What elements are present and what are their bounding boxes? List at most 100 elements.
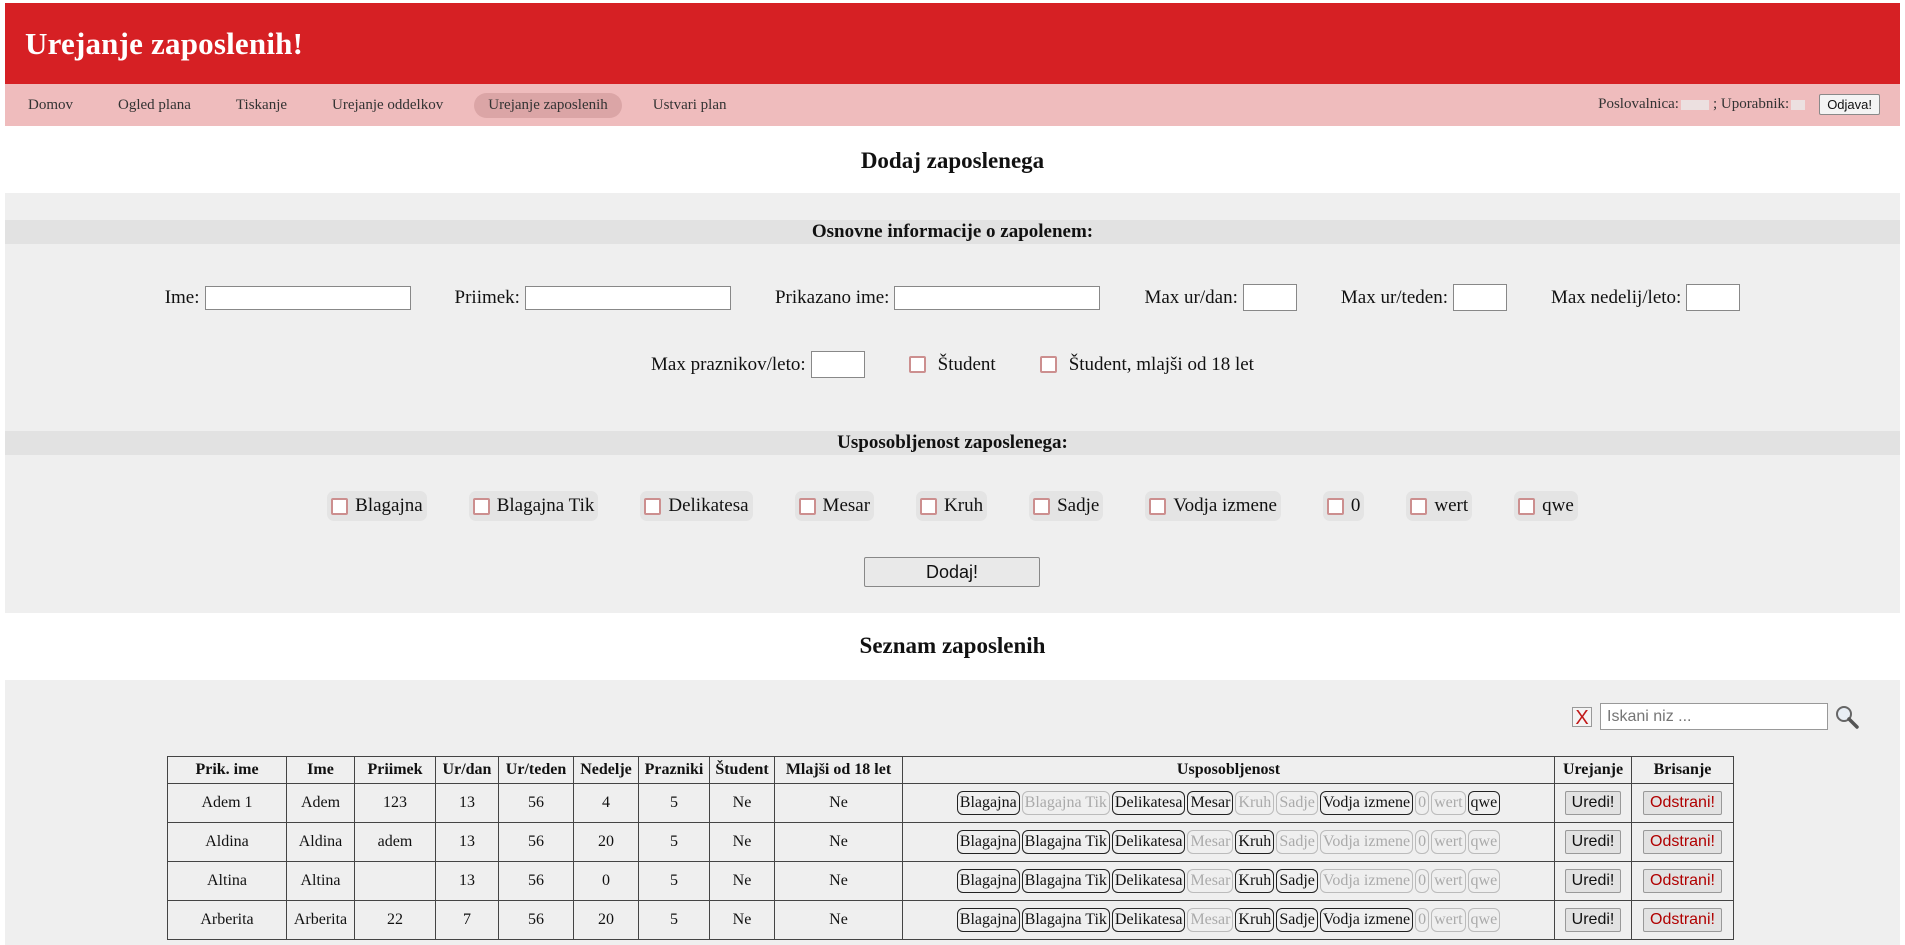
skill-tag[interactable]: Vodja izmene <box>1319 869 1414 893</box>
edit-button[interactable]: Uredi! <box>1564 869 1622 893</box>
skill-tag[interactable]: Blagajna <box>956 869 1020 893</box>
delete-cell: Odstrani! <box>1631 900 1734 940</box>
skill-checkbox[interactable] <box>1518 497 1536 515</box>
skill-checkbox[interactable] <box>798 497 816 515</box>
skill-label: Blagajna <box>355 495 423 516</box>
clear-search-button[interactable]: X <box>1572 706 1592 728</box>
skill-tag[interactable]: Blagajna <box>956 791 1020 815</box>
delete-button[interactable]: Odstrani! <box>1643 908 1722 932</box>
skill-tag[interactable]: Vodja izmene <box>1319 830 1414 854</box>
skill-checkbox[interactable] <box>1149 497 1167 515</box>
skill-tag[interactable]: wert <box>1431 830 1466 854</box>
delete-button[interactable]: Odstrani! <box>1643 791 1722 815</box>
skill-tag[interactable]: Sadje <box>1276 869 1318 893</box>
nav-item-ustvari-plan[interactable]: Ustvari plan <box>639 93 741 118</box>
display-name-input[interactable] <box>894 285 1101 310</box>
first-name-label: Ime: <box>164 286 200 308</box>
skill-tag[interactable]: Delikatesa <box>1111 830 1186 854</box>
skill-tag[interactable]: Delikatesa <box>1111 908 1186 932</box>
first-name-input[interactable] <box>204 285 411 310</box>
skill-tag[interactable]: Blagajna <box>956 908 1020 932</box>
skill-tag[interactable]: 0 <box>1415 830 1430 854</box>
skill-option[interactable]: Mesar <box>794 491 875 521</box>
form-row-2: Max praznikov/leto: Študent Študent, mla… <box>5 351 1900 378</box>
skill-option[interactable]: Vodja izmene <box>1145 491 1281 521</box>
delete-button[interactable]: Odstrani! <box>1643 830 1722 854</box>
skill-tag[interactable]: Kruh <box>1235 908 1275 932</box>
edit-button[interactable]: Uredi! <box>1564 791 1622 815</box>
max-holidays-input[interactable] <box>810 351 865 378</box>
nav-item-domov[interactable]: Domov <box>14 93 87 118</box>
edit-button[interactable]: Uredi! <box>1564 830 1622 854</box>
skill-tag[interactable]: Mesar <box>1187 791 1234 815</box>
skill-tag[interactable]: Blagajna Tik <box>1021 869 1110 893</box>
skill-checkbox[interactable] <box>1033 497 1051 515</box>
skill-tag[interactable]: Blagajna <box>956 830 1020 854</box>
skill-option[interactable]: Blagajna <box>327 491 427 521</box>
max-sundays-input[interactable] <box>1686 284 1741 311</box>
table-cell-holidays: 5 <box>638 900 710 940</box>
skill-tag[interactable]: 0 <box>1415 908 1430 932</box>
table-cell-sundays: 4 <box>573 783 639 823</box>
skill-tag[interactable]: qwe <box>1467 791 1501 815</box>
skill-tag[interactable]: Kruh <box>1235 791 1275 815</box>
skill-option[interactable]: Sadje <box>1029 491 1104 521</box>
nav-item-urejanje-oddelkov[interactable]: Urejanje oddelkov <box>318 93 457 118</box>
skill-tag[interactable]: Delikatesa <box>1111 791 1186 815</box>
skill-tag[interactable]: 0 <box>1415 791 1430 815</box>
column-header: Nedelje <box>573 756 639 784</box>
employee-list-heading: Seznam zaposlenih <box>859 633 1046 658</box>
skill-tag[interactable]: qwe <box>1467 869 1501 893</box>
skill-tag[interactable]: Mesar <box>1187 830 1234 854</box>
skill-option[interactable]: 0 <box>1322 491 1365 521</box>
skill-tag[interactable]: wert <box>1431 869 1466 893</box>
skill-tag[interactable]: qwe <box>1467 830 1501 854</box>
student-checkbox[interactable] <box>908 356 926 373</box>
nav-item-ogled-plana[interactable]: Ogled plana <box>104 93 205 118</box>
skill-checkbox[interactable] <box>331 497 349 515</box>
skill-checkbox[interactable] <box>644 497 662 515</box>
column-header: Prik. ime <box>167 756 287 784</box>
add-employee-button[interactable]: Dodaj! <box>864 557 1040 587</box>
column-header: Usposobljenost <box>902 756 1555 784</box>
skill-option[interactable]: wert <box>1406 491 1473 521</box>
skill-checkbox[interactable] <box>472 497 490 515</box>
skill-checkbox[interactable] <box>1410 497 1428 515</box>
skill-tag[interactable]: qwe <box>1467 908 1501 932</box>
minor-checkbox[interactable] <box>1039 356 1057 373</box>
nav-item-urejanje-zaposlenih[interactable]: Urejanje zaposlenih <box>474 92 622 118</box>
skill-tag[interactable]: Sadje <box>1276 791 1318 815</box>
skill-tag[interactable]: Blagajna Tik <box>1021 908 1110 932</box>
skill-tag[interactable]: Kruh <box>1235 830 1275 854</box>
skill-checkbox[interactable] <box>920 497 938 515</box>
max-hours-day-input[interactable] <box>1242 284 1297 311</box>
skill-tag[interactable]: Vodja izmene <box>1319 908 1414 932</box>
search-input[interactable] <box>1600 703 1828 730</box>
skill-tag[interactable]: 0 <box>1415 869 1430 893</box>
logout-button[interactable]: Odjava! <box>1819 94 1880 115</box>
skill-tag[interactable]: Blagajna Tik <box>1021 791 1110 815</box>
table-cell-student: Ne <box>709 822 775 862</box>
skill-tag[interactable]: Blagajna Tik <box>1021 830 1110 854</box>
skill-option[interactable]: Kruh <box>916 491 988 521</box>
column-header: Mlajši od 18 let <box>774 756 903 784</box>
skill-tag[interactable]: Sadje <box>1276 908 1318 932</box>
last-name-input[interactable] <box>524 285 731 310</box>
max-hours-week-input[interactable] <box>1452 284 1507 311</box>
skill-checkbox[interactable] <box>1326 497 1344 515</box>
skill-option[interactable]: Blagajna Tik <box>468 491 599 521</box>
skill-option[interactable]: Delikatesa <box>640 491 753 521</box>
skill-tag[interactable]: Mesar <box>1187 908 1234 932</box>
skill-tag[interactable]: wert <box>1431 791 1466 815</box>
search-icon[interactable] <box>1834 704 1860 730</box>
skill-tag[interactable]: Kruh <box>1235 869 1275 893</box>
skill-tag[interactable]: Mesar <box>1187 869 1234 893</box>
skill-tag[interactable]: Delikatesa <box>1111 869 1186 893</box>
skill-tag[interactable]: Sadje <box>1276 830 1318 854</box>
skill-tag[interactable]: Vodja izmene <box>1319 791 1414 815</box>
delete-button[interactable]: Odstrani! <box>1643 869 1722 893</box>
skill-tag[interactable]: wert <box>1431 908 1466 932</box>
nav-item-tiskanje[interactable]: Tiskanje <box>222 93 301 118</box>
skill-option[interactable]: qwe <box>1514 491 1578 521</box>
edit-button[interactable]: Uredi! <box>1564 908 1622 932</box>
